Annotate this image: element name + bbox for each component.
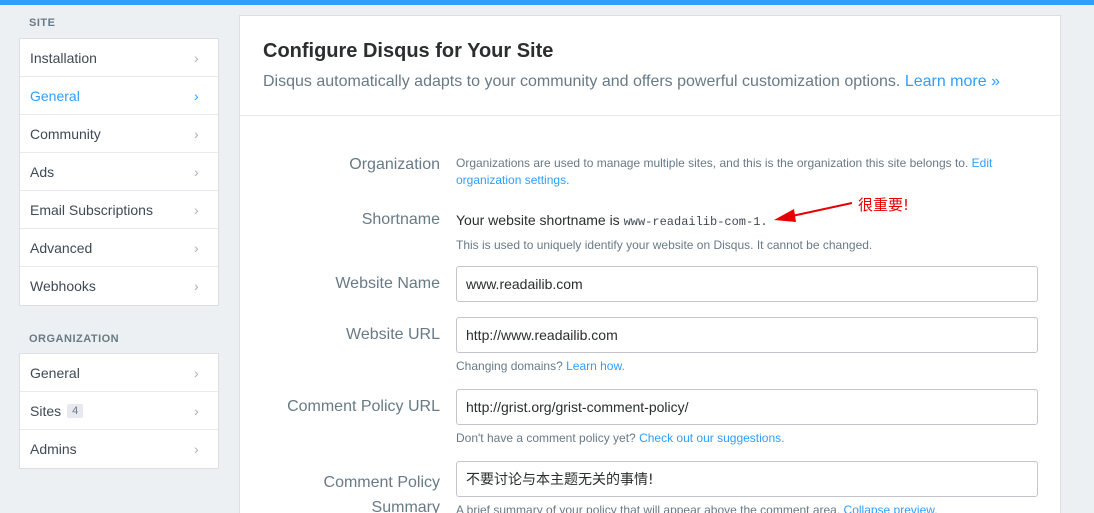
website-url-field-wrap: http://www.readailib.com Changing domain… <box>456 317 1038 375</box>
shortname-help: This is used to uniquely identify your w… <box>456 238 873 252</box>
sidebar-item-email-subscriptions[interactable]: Email Subscriptions › <box>20 191 218 229</box>
sites-count-badge: 4 <box>67 403 84 418</box>
chevron-right-icon: › <box>194 278 199 294</box>
shortname-text: Your website shortname is <box>456 212 620 228</box>
comment-policy-url-label: Comment Policy URL <box>287 398 440 415</box>
sidebar-org-title: ORGANIZATION <box>29 333 120 345</box>
sidebar-item-label: General <box>30 364 80 381</box>
chevron-right-icon: › <box>194 126 199 142</box>
chevron-right-icon: › <box>194 403 199 419</box>
comment-policy-url-field-wrap: http://grist.org/grist-comment-policy/ D… <box>456 389 1038 447</box>
top-accent-bar <box>0 0 1094 5</box>
sidebar-item-label: Community <box>30 125 101 142</box>
chevron-right-icon: › <box>194 164 199 180</box>
organization-label: Organization <box>349 156 440 173</box>
subtitle-text: Disqus automatically adapts to your comm… <box>263 73 901 90</box>
sidebar-site-nav: Installation › General › Community › Ads › E… <box>19 38 219 306</box>
sidebar-item-org-general[interactable]: General › <box>20 354 218 392</box>
organization-description: Organizations are used to manage multipl… <box>456 156 969 170</box>
sidebar-item-general[interactable]: General › <box>20 77 218 115</box>
shortname-line: Your website shortname is www-readailib-… <box>456 210 1038 232</box>
shortname-value-block: Your website shortname is www-readailib-… <box>456 210 1038 254</box>
website-url-help-text: Changing domains? <box>456 359 563 373</box>
sidebar-site-title: SITE <box>29 17 56 29</box>
collapse-preview-link[interactable]: Collapse preview. <box>844 503 938 513</box>
page-title: Configure Disqus for Your Site <box>263 40 554 62</box>
sidebar-item-label: Webhooks <box>30 278 96 294</box>
sidebar-item-installation[interactable]: Installation › <box>20 39 218 77</box>
comment-policy-summary-label-line2: Summary <box>371 499 440 513</box>
sidebar-item-ads[interactable]: Ads › <box>20 153 218 191</box>
page-subtitle: Disqus automatically adapts to your comm… <box>263 73 1037 91</box>
shortname-label: Shortname <box>361 211 440 228</box>
website-name-label: Website Name <box>335 275 440 292</box>
website-url-help: Changing domains? Learn how. <box>456 358 1038 375</box>
comment-policy-summary-help-text: A brief summary of your policy that will… <box>456 503 841 513</box>
chevron-right-icon: › <box>194 88 199 104</box>
settings-panel: Configure Disqus for Your Site Disqus au… <box>239 15 1061 513</box>
learn-how-link[interactable]: Learn how. <box>566 359 625 373</box>
sidebar-item-label: General <box>30 87 80 104</box>
organization-text: Organizations are used to manage multipl… <box>456 155 1038 189</box>
sidebar-item-label: Email Subscriptions <box>30 201 153 218</box>
comment-policy-summary-label: Comment Policy Summary <box>324 470 440 513</box>
panel-header: Configure Disqus for Your Site Disqus au… <box>240 16 1060 116</box>
learn-more-link[interactable]: Learn more » <box>905 73 1000 90</box>
chevron-right-icon: › <box>194 240 199 256</box>
comment-policy-summary-label-line1: Comment Policy <box>323 474 440 491</box>
website-name-input[interactable]: www.readailib.com <box>456 266 1038 302</box>
sidebar-item-advanced[interactable]: Advanced › <box>20 229 218 267</box>
website-url-input[interactable]: http://www.readailib.com <box>456 317 1038 353</box>
sidebar-item-admins[interactable]: Admins › <box>20 430 218 468</box>
annotation-arrow-icon <box>774 202 853 222</box>
comment-policy-summary-field-wrap: 不要讨论与本主题无关的事情! A brief summary of your p… <box>456 461 1038 513</box>
annotation-text: 很重要! <box>858 196 910 214</box>
sidebar-item-community[interactable]: Community › <box>20 115 218 153</box>
chevron-right-icon: › <box>194 202 199 218</box>
sidebar-item-label: Sites <box>30 402 62 419</box>
comment-policy-summary-help: A brief summary of your policy that will… <box>456 502 1038 513</box>
chevron-right-icon: › <box>194 50 199 66</box>
chevron-right-icon: › <box>194 441 199 457</box>
comment-policy-url-help: Don't have a comment policy yet? Check o… <box>456 430 1038 447</box>
comment-policy-url-help-text: Don't have a comment policy yet? <box>456 431 636 445</box>
sidebar-item-sites[interactable]: Sites 4 › <box>20 392 218 430</box>
website-name-field-wrap: www.readailib.com <box>456 266 1038 302</box>
sidebar-item-webhooks[interactable]: Webhooks › <box>20 267 218 305</box>
sidebar-item-label: Advanced <box>30 239 93 256</box>
website-url-label: Website URL <box>346 326 440 343</box>
comment-policy-url-input[interactable]: http://grist.org/grist-comment-policy/ <box>456 389 1038 425</box>
check-suggestions-link[interactable]: Check out our suggestions. <box>639 431 784 445</box>
shortname-value: www-readailib-com-1. <box>623 215 768 229</box>
sidebar-item-label: Installation <box>30 49 97 66</box>
chevron-right-icon: › <box>194 365 199 381</box>
sidebar-item-label: Ads <box>30 163 55 180</box>
sidebar-org-nav: General › Sites 4 › Admins › <box>19 353 219 469</box>
comment-policy-summary-input[interactable]: 不要讨论与本主题无关的事情! <box>456 461 1038 497</box>
sidebar-item-label: Admins <box>30 441 77 457</box>
